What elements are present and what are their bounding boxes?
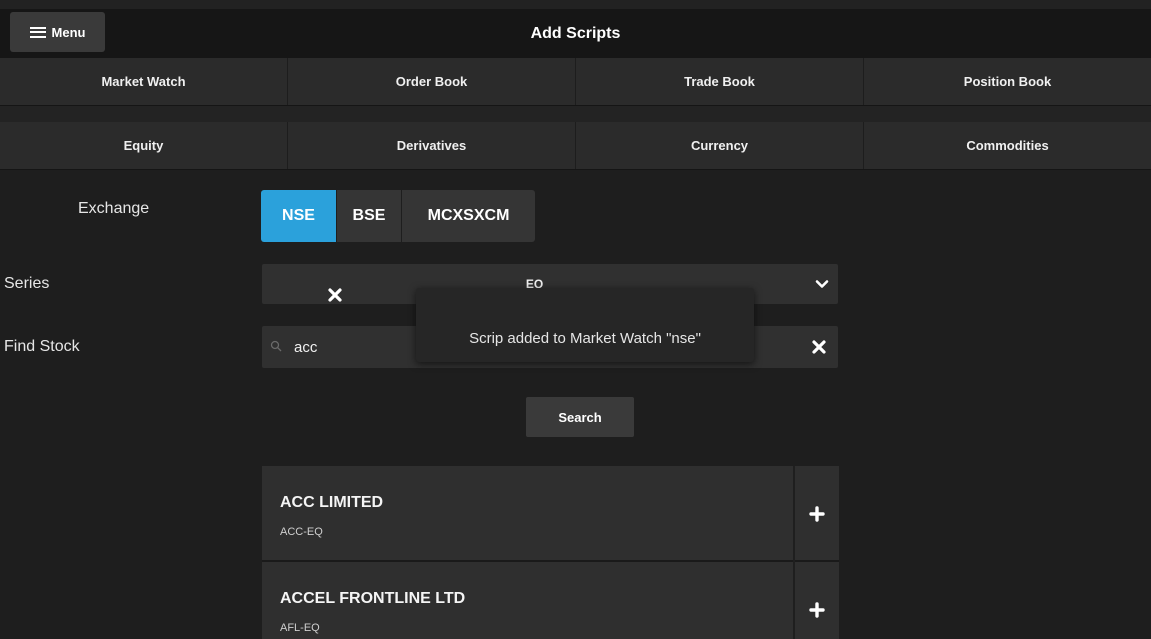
plus-icon: [809, 602, 825, 618]
find-stock-label: Find Stock: [4, 338, 80, 355]
tab-trade-book[interactable]: Trade Book: [576, 58, 864, 105]
add-script-button[interactable]: [793, 562, 839, 639]
hamburger-icon: [29, 26, 46, 38]
chevron-down-icon: [815, 280, 829, 288]
tab-commodities[interactable]: Commodities: [864, 122, 1151, 169]
exchange-nse-button[interactable]: NSE: [261, 190, 336, 242]
search-button[interactable]: Search: [526, 397, 634, 437]
result-name: ACCEL FRONTLINE LTD: [280, 590, 466, 607]
close-icon[interactable]: [810, 338, 828, 356]
exchange-bse-button[interactable]: BSE: [337, 190, 401, 242]
title-strip: [0, 9, 1151, 59]
tab-order-book[interactable]: Order Book: [288, 58, 576, 105]
tab-equity[interactable]: Equity: [0, 122, 288, 169]
exchange-mcxsxcm-button[interactable]: MCXSXCM: [402, 190, 535, 242]
tab-derivatives[interactable]: Derivatives: [288, 122, 576, 169]
search-results-list: ACC LIMITED ACC-EQ ACCEL FRONTLINE LTD A…: [262, 466, 839, 639]
tab-separator: [0, 106, 1151, 122]
menu-button[interactable]: Menu: [10, 12, 105, 52]
result-code: ACC-EQ: [280, 526, 323, 538]
segment-tab-bar: Equity Derivatives Currency Commodities: [0, 122, 1151, 170]
menu-button-label: Menu: [51, 24, 86, 40]
top-bar: Menu Add Scripts: [0, 0, 1151, 66]
exchange-label: Exchange: [78, 200, 150, 217]
result-item[interactable]: ACCEL FRONTLINE LTD AFL-EQ: [262, 562, 839, 639]
tab-currency[interactable]: Currency: [576, 122, 864, 169]
tab-market-watch[interactable]: Market Watch: [0, 58, 288, 105]
result-item[interactable]: ACC LIMITED ACC-EQ: [262, 466, 839, 562]
result-name: ACC LIMITED: [280, 494, 384, 511]
series-label: Series: [4, 275, 50, 292]
toast-close-button[interactable]: [322, 282, 348, 308]
exchange-selector: NSE BSE MCXSXCM: [261, 190, 536, 242]
search-icon: [270, 340, 282, 352]
toast-notification: Scrip added to Market Watch "nse": [416, 288, 754, 362]
primary-tab-bar: Market Watch Order Book Trade Book Posit…: [0, 58, 1151, 106]
result-code: AFL-EQ: [280, 622, 320, 634]
toast-message: Scrip added to Market Watch "nse": [469, 330, 701, 347]
add-script-button[interactable]: [793, 466, 839, 562]
tab-position-book[interactable]: Position Book: [864, 58, 1151, 105]
plus-icon: [809, 506, 825, 522]
close-icon: [328, 288, 342, 302]
